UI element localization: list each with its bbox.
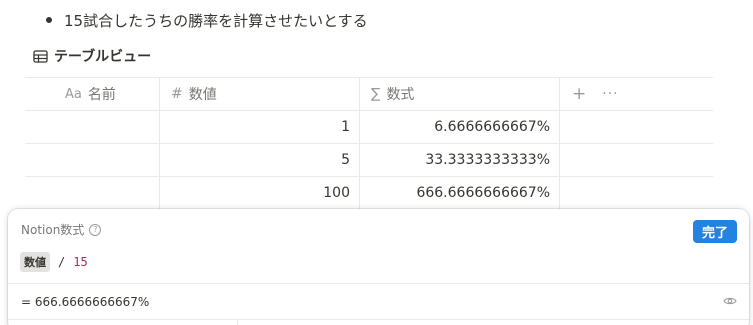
formula-operator: / xyxy=(58,255,66,269)
cell-formula[interactable]: 6.6666666667% xyxy=(360,111,560,143)
bullet-text: 15試合したうちの勝率を計算させたいとする xyxy=(64,11,368,30)
add-property-icon[interactable]: + xyxy=(572,84,586,104)
cell-name[interactable] xyxy=(25,111,160,143)
cell-number[interactable]: 5 xyxy=(160,144,360,176)
column-header-label: 数式 xyxy=(386,87,415,103)
formula-literal: 15 xyxy=(73,255,88,269)
formula-result-preview: = 666.6666666667% xyxy=(21,295,150,309)
bullet-item: 15試合したうちの勝率を計算させたいとする xyxy=(46,9,368,31)
panel-divider xyxy=(8,319,749,320)
table-row[interactable]: 1 6.6666666667% xyxy=(25,111,713,144)
eye-icon[interactable] xyxy=(723,296,737,306)
help-icon[interactable]: ? xyxy=(89,223,102,236)
cell-number[interactable]: 1 xyxy=(160,111,360,143)
number-type-icon: # xyxy=(171,86,183,102)
table-icon xyxy=(33,49,48,63)
cell-name[interactable] xyxy=(25,177,160,209)
view-title[interactable]: テーブルビュー xyxy=(33,46,151,66)
formula-editor-panel: Notion数式 ? 完了 数値 / 15 = 666.6666666667% xyxy=(8,209,749,325)
formula-input[interactable]: 数値 / 15 xyxy=(20,252,88,272)
cell-empty xyxy=(560,111,713,143)
column-header-actions: + ··· xyxy=(560,78,713,110)
cell-formula[interactable]: 666.6666666667% xyxy=(360,177,560,209)
more-options-icon[interactable]: ··· xyxy=(602,86,618,102)
table-header-row: Aa 名前 # 数値 ∑ 数式 + ··· xyxy=(25,78,713,111)
database-table: Aa 名前 # 数値 ∑ 数式 + ··· 1 6.6666666667% 5 … xyxy=(25,77,713,210)
view-title-label: テーブルビュー xyxy=(54,49,152,65)
table-row[interactable]: 5 33.3333333333% xyxy=(25,144,713,177)
cell-empty xyxy=(560,177,713,209)
formula-type-icon: ∑ xyxy=(371,86,381,102)
text-type-icon: Aa xyxy=(65,86,82,102)
formula-property-token[interactable]: 数値 xyxy=(20,252,50,272)
cell-empty xyxy=(560,144,713,176)
panel-column-divider xyxy=(237,319,238,325)
column-header-label: 名前 xyxy=(87,87,116,103)
column-header-number[interactable]: # 数値 xyxy=(160,78,360,110)
formula-panel-title-label: Notion数式 xyxy=(21,223,85,237)
bullet-dot xyxy=(46,17,52,23)
cell-number[interactable]: 100 xyxy=(160,177,360,209)
done-button[interactable]: 完了 xyxy=(693,220,737,243)
formula-panel-title: Notion数式 ? xyxy=(21,221,102,238)
table-row[interactable]: 100 666.6666666667% xyxy=(25,177,713,210)
panel-divider xyxy=(8,283,749,284)
cell-formula[interactable]: 33.3333333333% xyxy=(360,144,560,176)
column-header-name[interactable]: Aa 名前 xyxy=(25,78,160,110)
column-header-label: 数値 xyxy=(188,87,217,103)
cell-name[interactable] xyxy=(25,144,160,176)
column-header-formula[interactable]: ∑ 数式 xyxy=(360,78,560,110)
